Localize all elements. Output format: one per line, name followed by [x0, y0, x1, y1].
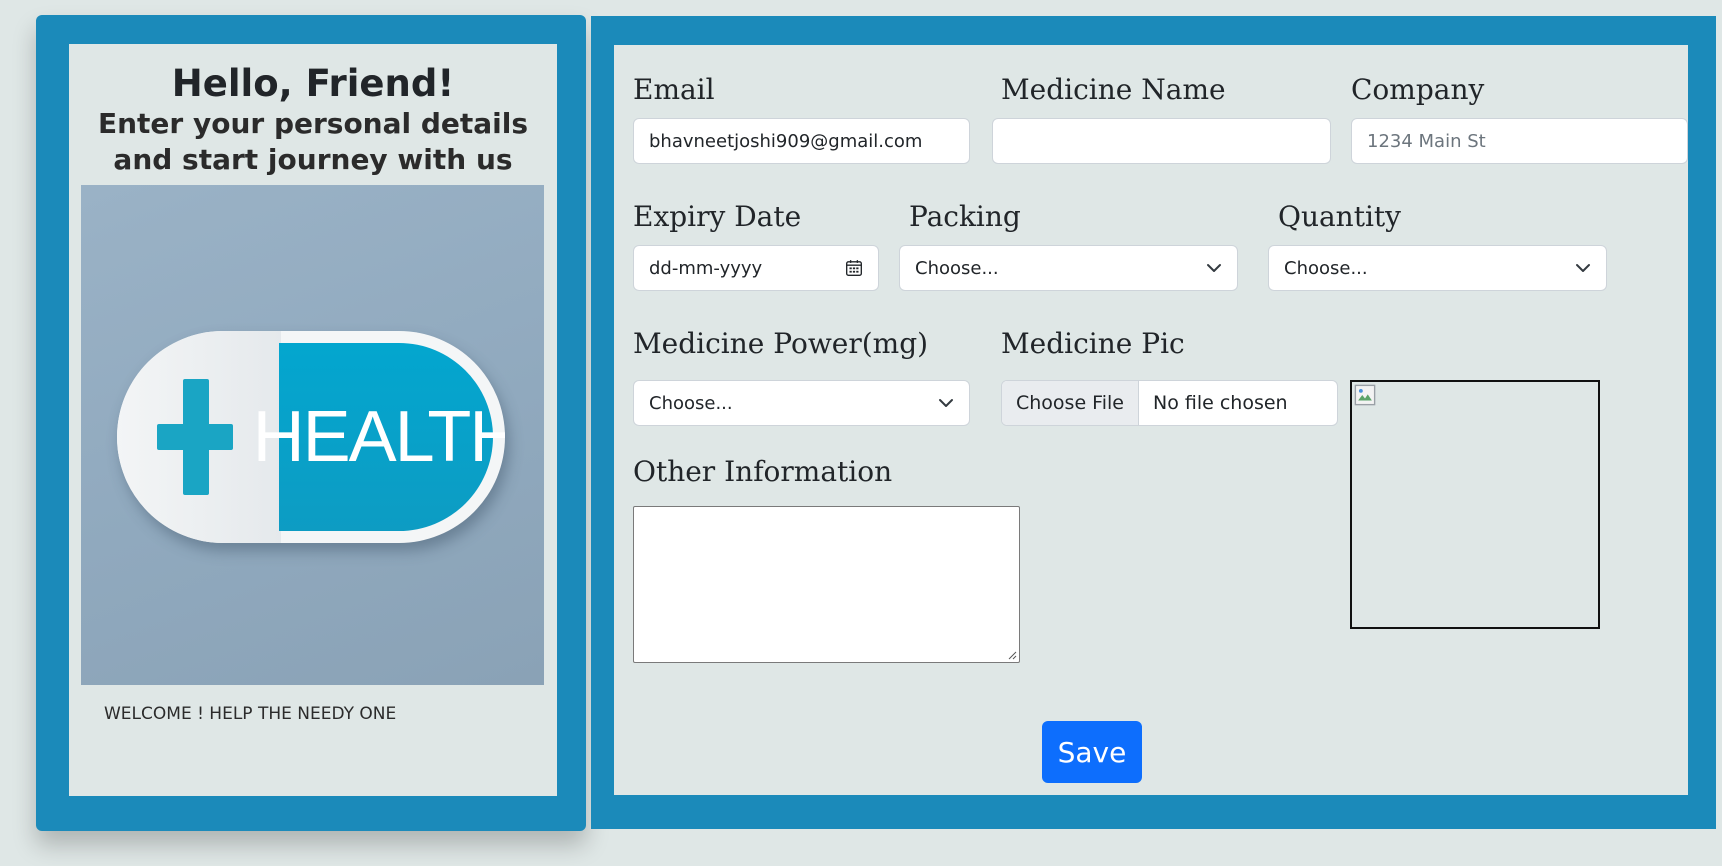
other-information-label: Other Information	[633, 455, 893, 488]
welcome-footer-text: WELCOME ! HELP THE NEEDY ONE	[104, 704, 397, 724]
packing-selected-value: Choose...	[915, 257, 999, 279]
medicine-pic-preview	[1350, 380, 1600, 629]
medicine-power-selected-value: Choose...	[649, 392, 733, 414]
email-label: Email	[633, 73, 715, 106]
broken-image-icon	[1354, 384, 1376, 406]
expiry-date-label: Expiry Date	[633, 200, 802, 233]
medicine-form: Email Medicine Name Company Expiry Date …	[614, 45, 1688, 795]
expiry-date-field[interactable]: dd-mm-yyyy	[633, 245, 879, 291]
save-button[interactable]: Save	[1042, 721, 1142, 783]
quantity-select[interactable]: Choose...	[1268, 245, 1607, 291]
medicine-name-field[interactable]	[992, 118, 1331, 164]
packing-label: Packing	[909, 200, 1021, 233]
email-field[interactable]	[633, 118, 970, 164]
expiry-date-placeholder: dd-mm-yyyy	[649, 257, 763, 279]
company-label: Company	[1351, 73, 1485, 106]
quantity-label: Quantity	[1278, 200, 1401, 233]
choose-file-button[interactable]: Choose File	[1002, 381, 1139, 425]
calendar-icon[interactable]	[845, 259, 863, 277]
resize-handle-icon[interactable]	[1007, 650, 1017, 660]
medicine-power-label: Medicine Power(mg)	[633, 327, 929, 360]
chevron-down-icon	[939, 399, 953, 407]
welcome-card-body: Hello, Friend! Enter your personal detai…	[69, 44, 557, 796]
chevron-down-icon	[1576, 264, 1590, 272]
welcome-subtitle-line-2: and start journey with us	[113, 143, 513, 176]
file-status-text: No file chosen	[1152, 392, 1288, 414]
packing-select[interactable]: Choose...	[899, 245, 1238, 291]
chevron-down-icon	[1207, 264, 1221, 272]
other-information-textarea[interactable]	[633, 506, 1020, 663]
pill-health-label: HEALTH	[253, 343, 505, 531]
medicine-pic-label: Medicine Pic	[1001, 327, 1185, 360]
health-pill: HEALTH	[117, 331, 505, 543]
medicine-name-label: Medicine Name	[1001, 73, 1226, 106]
welcome-card: Hello, Friend! Enter your personal detai…	[36, 15, 586, 831]
medicine-form-card: Email Medicine Name Company Expiry Date …	[591, 16, 1716, 829]
email-input[interactable]	[649, 130, 954, 152]
medicine-name-input[interactable]	[1008, 130, 1315, 152]
welcome-heading: Hello, Friend!	[171, 62, 455, 105]
health-hero-image: HEALTH	[81, 185, 544, 685]
company-field[interactable]	[1351, 118, 1688, 164]
quantity-selected-value: Choose...	[1284, 257, 1368, 279]
medicine-pic-file-input[interactable]: Choose File No file chosen	[1001, 380, 1338, 426]
welcome-subtitle-line-1: Enter your personal details	[97, 107, 529, 140]
medical-cross-bar	[157, 424, 233, 450]
company-input[interactable]	[1367, 130, 1672, 152]
medicine-power-select[interactable]: Choose...	[633, 380, 970, 426]
welcome-subtitle: Enter your personal details and start jo…	[69, 106, 557, 178]
